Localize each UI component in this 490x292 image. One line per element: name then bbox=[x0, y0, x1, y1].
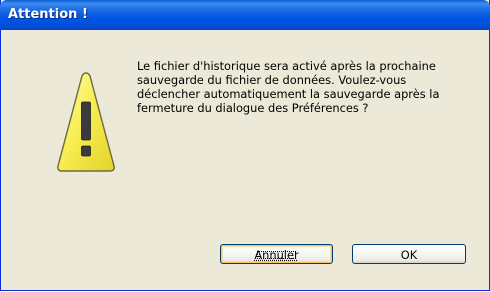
ok-button-label: OK bbox=[400, 248, 418, 262]
message-line: déclencher automatiquement la sauvegarde… bbox=[137, 87, 440, 101]
dialog-message: Le fichier d'historique sera activé aprè… bbox=[137, 59, 467, 115]
warning-icon bbox=[57, 72, 115, 172]
dialog-window: Attention ! Le fichier d'historique sera… bbox=[0, 0, 490, 291]
message-line: fermeture du dialogue des Préférences ? bbox=[137, 101, 369, 115]
cancel-button-label: Annuler bbox=[254, 248, 299, 262]
cancel-button[interactable]: Annuler bbox=[220, 244, 333, 264]
title-bar[interactable]: Attention ! bbox=[0, 0, 490, 30]
message-line: sauvegarde du fichier de données. Voulez… bbox=[137, 73, 407, 87]
ok-button[interactable]: OK bbox=[352, 244, 466, 264]
message-line: Le fichier d'historique sera activé aprè… bbox=[137, 59, 436, 73]
dialog-title: Attention ! bbox=[8, 7, 88, 22]
dialog-body: Le fichier d'historique sera activé aprè… bbox=[4, 30, 486, 287]
